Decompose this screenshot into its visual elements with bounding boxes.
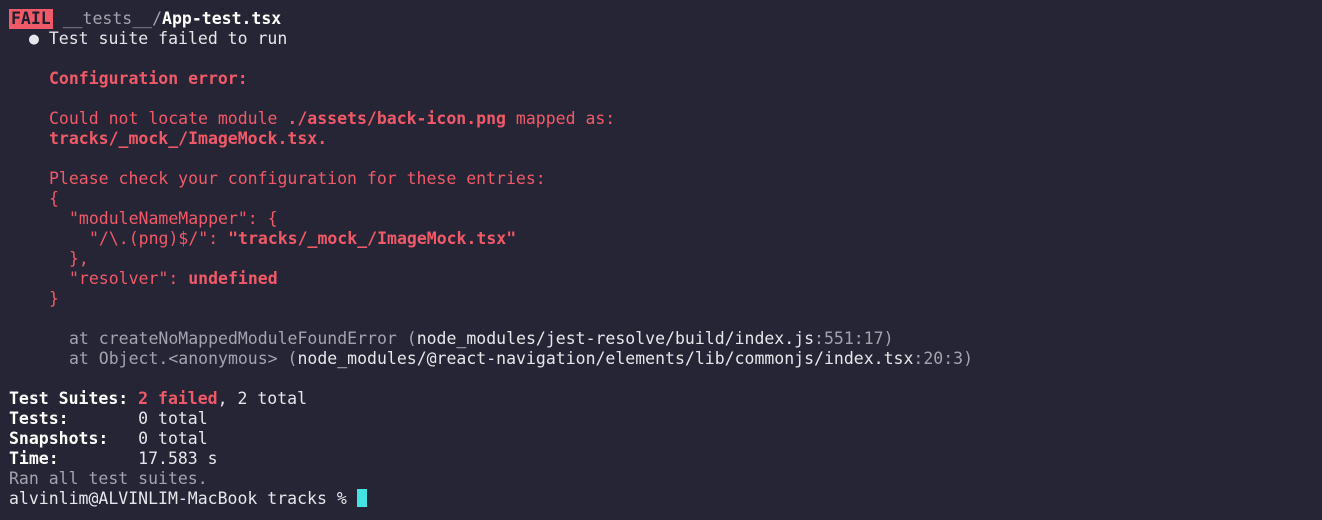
- fail-badge: FAIL: [9, 9, 53, 29]
- mapper-close-brace: },: [69, 249, 89, 268]
- stack-frame: at createNoMappedModuleFoundError (node_…: [69, 329, 894, 348]
- summary-test-suites: Test Suites: 2 failed, 2 total: [9, 389, 308, 408]
- module-name: ./assets/back-icon.png: [287, 109, 506, 128]
- suites-failed-count: 2 failed: [138, 389, 218, 408]
- locate-module-line: Could not locate module ./assets/back-ic…: [49, 109, 616, 128]
- mapper-pattern-entry: "/\.(png)$/": "tracks/_mock_/ImageMock.t…: [89, 229, 517, 248]
- shell-prompt: alvinlim@ALVINLIM-MacBook tracks %: [9, 489, 357, 508]
- stack-frame: at Object.<anonymous> (node_modules/@rea…: [69, 349, 973, 368]
- ran-all-suites: Ran all test suites.: [9, 469, 208, 488]
- test-path-dir: __tests__/: [62, 9, 163, 28]
- suite-failed-title: Test suite failed to run: [48, 29, 288, 48]
- cursor-block[interactable]: [356, 489, 367, 507]
- config-open-brace: {: [49, 189, 59, 208]
- shell-prompt-line[interactable]: alvinlim@ALVINLIM-MacBook tracks %: [9, 489, 1322, 509]
- resolver-entry: "resolver": undefined: [69, 269, 278, 288]
- summary-snapshots: Snapshots: 0 total: [9, 429, 208, 448]
- module-name-mapper-key: "moduleNameMapper": {: [69, 209, 278, 228]
- suite-failed-line: ● Test suite failed to run: [9, 29, 1322, 49]
- test-path-file: App-test.tsx: [162, 9, 282, 28]
- summary-time: Time: 17.583 s: [9, 449, 218, 468]
- config-close-brace: }: [49, 289, 59, 308]
- fail-header: FAIL __tests__/App-test.tsx: [9, 9, 1322, 29]
- bullet-icon: ●: [29, 29, 39, 48]
- config-error-heading: Configuration error:: [49, 69, 248, 88]
- mapped-path-line: tracks/_mock_/ImageMock.tsx.: [49, 129, 328, 148]
- terminal-window[interactable]: FAIL __tests__/App-test.tsx ● Test suite…: [0, 0, 1322, 520]
- check-config-line: Please check your configuration for thes…: [49, 169, 546, 188]
- stack-frame-path[interactable]: node_modules/@react-navigation/elements/…: [297, 349, 913, 368]
- summary-tests: Tests: 0 total: [9, 409, 208, 428]
- stack-frame-path[interactable]: node_modules/jest-resolve/build/index.js: [417, 329, 814, 348]
